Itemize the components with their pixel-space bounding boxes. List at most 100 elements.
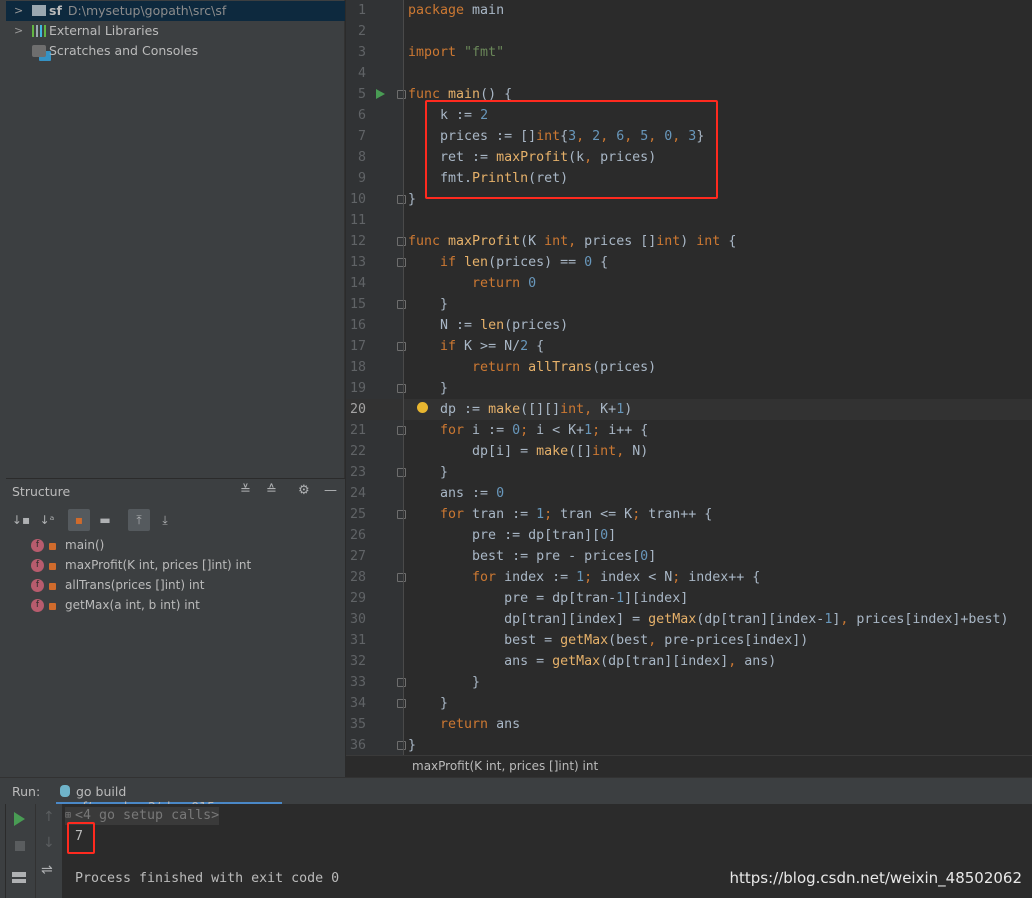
code-token: ; bbox=[592, 423, 609, 438]
code-line[interactable]: 11 bbox=[346, 210, 1032, 231]
code-line[interactable]: 30 dp[tran][index] = getMax(dp[tran][ind… bbox=[346, 609, 1032, 630]
structure-item[interactable]: f getMax(a int, b int) int bbox=[31, 595, 200, 615]
show-fields-icon[interactable]: ▬ bbox=[94, 509, 116, 531]
run-tab[interactable]: go build sf/newclass2/class015× bbox=[56, 778, 282, 814]
code-line[interactable]: 36} bbox=[346, 735, 1032, 755]
code-line[interactable]: 22 dp[i] = make([]int, N) bbox=[346, 441, 1032, 462]
stop-icon[interactable] bbox=[15, 841, 25, 851]
code-line[interactable]: 12 func maxProfit(K int, prices []int) in… bbox=[346, 231, 1032, 252]
fold-marker-icon[interactable] bbox=[397, 384, 406, 393]
code-line[interactable]: 3 import "fmt" bbox=[346, 42, 1032, 63]
fold-marker-icon[interactable] bbox=[397, 678, 406, 687]
code-line[interactable]: 29 pre = dp[tran-1][index] bbox=[346, 588, 1032, 609]
line-number: 19 bbox=[349, 381, 366, 396]
code-line[interactable]: 27 best := pre - prices[0] bbox=[346, 546, 1032, 567]
tree-item-scratches[interactable]: Scratches and Consoles bbox=[6, 41, 345, 61]
code-line[interactable]: 17 if K >= N/2 { bbox=[346, 336, 1032, 357]
code-line[interactable]: 24 ans := 0 bbox=[346, 483, 1032, 504]
minimize-icon[interactable]: — bbox=[324, 483, 337, 498]
code-line[interactable]: 32 ans = getMax(dp[tran][index], ans) bbox=[346, 651, 1032, 672]
structure-item[interactable]: f allTrans(prices []int) int bbox=[31, 575, 205, 595]
code-line[interactable]: 13 if len(prices) == 0 { bbox=[346, 252, 1032, 273]
code-token: best = bbox=[408, 633, 561, 648]
fold-marker-icon[interactable] bbox=[397, 195, 406, 204]
code-text: return allTrans(prices) bbox=[408, 357, 656, 378]
code-line[interactable]: 33 } bbox=[346, 672, 1032, 693]
code-line[interactable]: 23 } bbox=[346, 462, 1032, 483]
fold-marker-icon[interactable] bbox=[397, 573, 406, 582]
code-text: for tran := 1; tran <= K; tran++ { bbox=[408, 504, 712, 525]
code-line[interactable]: 26 pre := dp[tran][0] bbox=[346, 525, 1032, 546]
sort-by-visibility-icon[interactable]: ↓▪ bbox=[10, 509, 32, 531]
code-text: best = getMax(best, pre-prices[index]) bbox=[408, 630, 808, 651]
code-line[interactable]: 34 } bbox=[346, 693, 1032, 714]
gopher-icon bbox=[60, 785, 70, 797]
code-token: ) bbox=[624, 402, 633, 417]
code-text: pre = dp[tran-1][index] bbox=[408, 588, 688, 609]
structure-item[interactable]: f maxProfit(K int, prices []int) int bbox=[31, 555, 251, 575]
item-label: maxProfit(K int, prices []int) int bbox=[65, 558, 252, 572]
chevron-right-icon[interactable]: > bbox=[14, 1, 23, 21]
rerun-icon[interactable] bbox=[14, 812, 25, 826]
code-line[interactable]: 2 bbox=[346, 21, 1032, 42]
code-line[interactable]: 28 for index := 1; index < N; index++ { bbox=[346, 567, 1032, 588]
fold-marker-icon[interactable] bbox=[397, 699, 406, 708]
code-text: } bbox=[408, 294, 448, 315]
layout-icon[interactable] bbox=[12, 872, 26, 883]
autoscroll-to-source-icon[interactable]: ⤒ bbox=[128, 509, 150, 531]
line-number: 4 bbox=[357, 66, 366, 81]
arrow-up-icon[interactable]: ↑ bbox=[43, 809, 55, 825]
code-token: for bbox=[408, 570, 505, 585]
line-number: 22 bbox=[349, 444, 366, 459]
code-token: } bbox=[408, 297, 449, 312]
autoscroll-from-source-icon[interactable]: ⤓ bbox=[154, 509, 176, 531]
sort-alphabetically-icon[interactable]: ↓ᵃ bbox=[36, 509, 58, 531]
fold-marker-icon[interactable] bbox=[397, 741, 406, 750]
code-token: 1 bbox=[616, 402, 625, 417]
tree-item-sf[interactable]: > sf D:\mysetup\gopath\src\sf bbox=[6, 1, 345, 21]
structure-item[interactable]: f main() bbox=[31, 535, 104, 555]
line-number: 2 bbox=[357, 24, 366, 39]
run-gutter-icon[interactable] bbox=[376, 89, 385, 99]
fold-marker-icon[interactable] bbox=[397, 468, 406, 477]
fold-marker-icon[interactable] bbox=[397, 342, 406, 351]
fold-marker-icon[interactable] bbox=[397, 90, 406, 99]
soft-wrap-icon[interactable]: ⇌ bbox=[41, 862, 53, 878]
line-number: 21 bbox=[349, 423, 366, 438]
fold-marker-icon[interactable] bbox=[397, 258, 406, 267]
code-line[interactable]: 4 bbox=[346, 63, 1032, 84]
code-line[interactable]: 15 } bbox=[346, 294, 1032, 315]
fold-marker-icon[interactable] bbox=[397, 300, 406, 309]
code-line[interactable]: 14 return 0 bbox=[346, 273, 1032, 294]
tree-item-external-libraries[interactable]: > External Libraries bbox=[6, 21, 345, 41]
code-token: return bbox=[408, 717, 497, 732]
code-line[interactable]: 31 best = getMax(best, pre-prices[index]… bbox=[346, 630, 1032, 651]
show-private-icon[interactable]: ▪ bbox=[68, 509, 90, 531]
gear-icon[interactable]: ⚙ bbox=[298, 483, 310, 498]
line-number: 5 bbox=[357, 87, 366, 102]
chevron-right-icon[interactable]: > bbox=[14, 21, 23, 41]
arrow-down-icon[interactable]: ↓ bbox=[43, 835, 55, 851]
line-number: 34 bbox=[349, 696, 366, 711]
highlight-box-main-body bbox=[425, 100, 718, 199]
fold-marker-icon[interactable] bbox=[397, 426, 406, 435]
code-line[interactable]: 20 dp := make([][]int, K+1) bbox=[346, 399, 1032, 420]
expand-all-icon[interactable]: ≚ bbox=[240, 483, 251, 498]
fold-marker-icon[interactable] bbox=[397, 510, 406, 519]
fold-marker-icon[interactable] bbox=[397, 237, 406, 246]
code-text: ans = getMax(dp[tran][index], ans) bbox=[408, 651, 776, 672]
code-line[interactable]: 25 for tran := 1; tran <= K; tran++ { bbox=[346, 504, 1032, 525]
collapse-all-icon[interactable]: ≙ bbox=[266, 483, 277, 498]
tree-label: Scratches and Consoles bbox=[49, 43, 199, 58]
code-line[interactable]: 19 } bbox=[346, 378, 1032, 399]
panel-title: Structure bbox=[12, 484, 71, 499]
code-line[interactable]: 16 N := len(prices) bbox=[346, 315, 1032, 336]
code-line[interactable]: 21 for i := 0; i < K+1; i++ { bbox=[346, 420, 1032, 441]
line-number: 25 bbox=[349, 507, 366, 522]
function-icon: f bbox=[31, 599, 44, 612]
code-line[interactable]: 35 return ans bbox=[346, 714, 1032, 735]
code-token: maxProfit bbox=[448, 234, 521, 249]
breadcrumb[interactable]: maxProfit(K int, prices []int) int bbox=[346, 755, 1032, 777]
code-line[interactable]: 1 package main bbox=[346, 0, 1032, 21]
code-line[interactable]: 18 return allTrans(prices) bbox=[346, 357, 1032, 378]
